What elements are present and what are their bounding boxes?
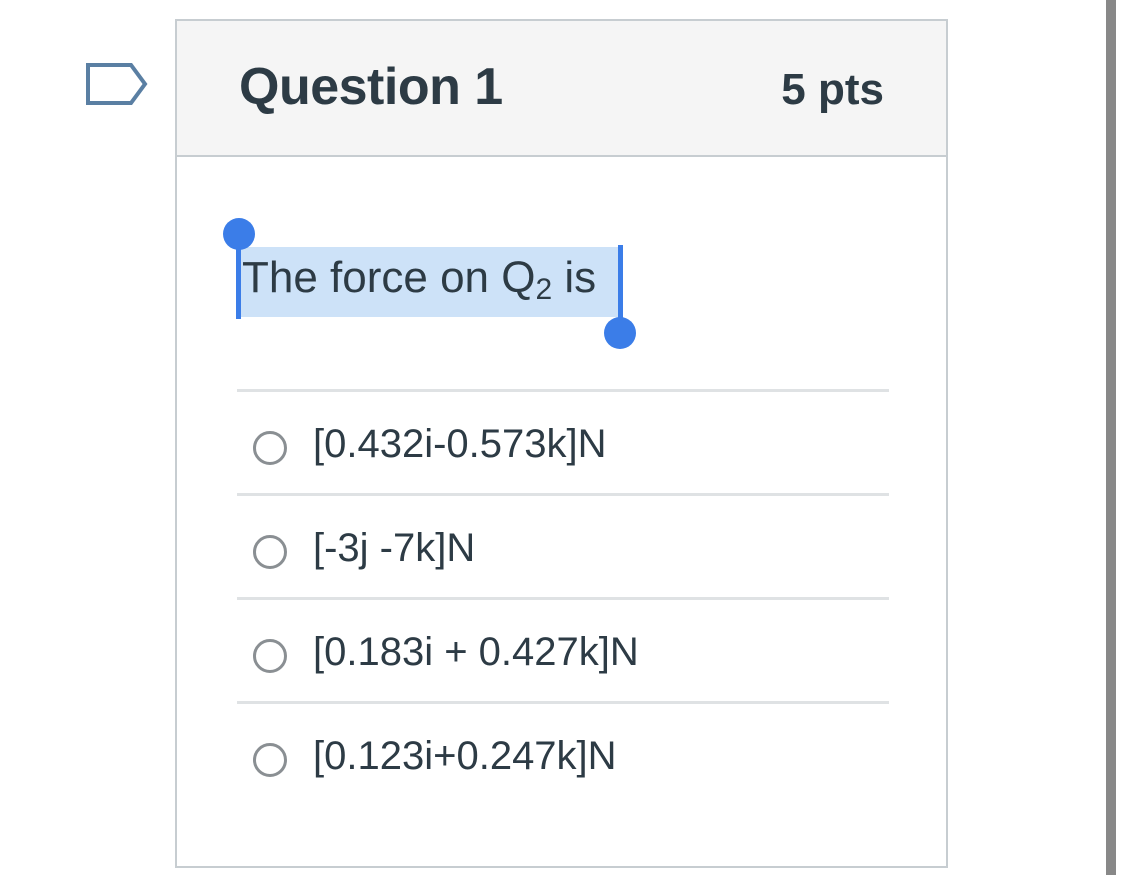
question-points: 5 pts xyxy=(781,65,884,114)
question-card: Question 1 5 pts The force on Q2 is [0.4… xyxy=(175,19,948,868)
answer-list: [0.432i-0.573k]N [-3j -7k]N [0.183i + 0.… xyxy=(237,389,889,805)
radio-button[interactable] xyxy=(253,535,287,569)
answer-option[interactable]: [0.432i-0.573k]N xyxy=(237,389,889,493)
answer-option[interactable]: [0.183i + 0.427k]N xyxy=(237,597,889,701)
answer-label: [0.432i-0.573k]N xyxy=(313,422,607,466)
selection-end-caret xyxy=(618,245,623,321)
question-text-container: The force on Q2 is xyxy=(223,218,636,349)
question-title: Question 1 xyxy=(239,58,503,116)
answer-option[interactable]: [0.123i+0.247k]N xyxy=(237,701,889,805)
answer-label: [-3j -7k]N xyxy=(313,526,476,570)
question-header: Question 1 5 pts xyxy=(177,21,946,157)
radio-button[interactable] xyxy=(253,743,287,777)
selection-end-handle[interactable] xyxy=(604,317,636,349)
radio-button[interactable] xyxy=(253,431,287,465)
flag-question-icon[interactable] xyxy=(85,62,149,106)
answer-label: [0.183i + 0.427k]N xyxy=(313,630,639,674)
question-text-subscript: 2 xyxy=(535,273,553,306)
selection-start-caret xyxy=(236,243,241,319)
question-text-prefix: The force on Q xyxy=(242,253,536,302)
right-edge-divider xyxy=(1106,0,1116,875)
radio-button[interactable] xyxy=(253,639,287,673)
question-text: The force on Q2 is xyxy=(237,247,596,307)
answer-label: [0.123i+0.247k]N xyxy=(313,734,617,778)
answer-option[interactable]: [-3j -7k]N xyxy=(237,493,889,597)
selection-start-handle[interactable] xyxy=(223,218,255,250)
question-text-suffix: is xyxy=(552,253,597,302)
